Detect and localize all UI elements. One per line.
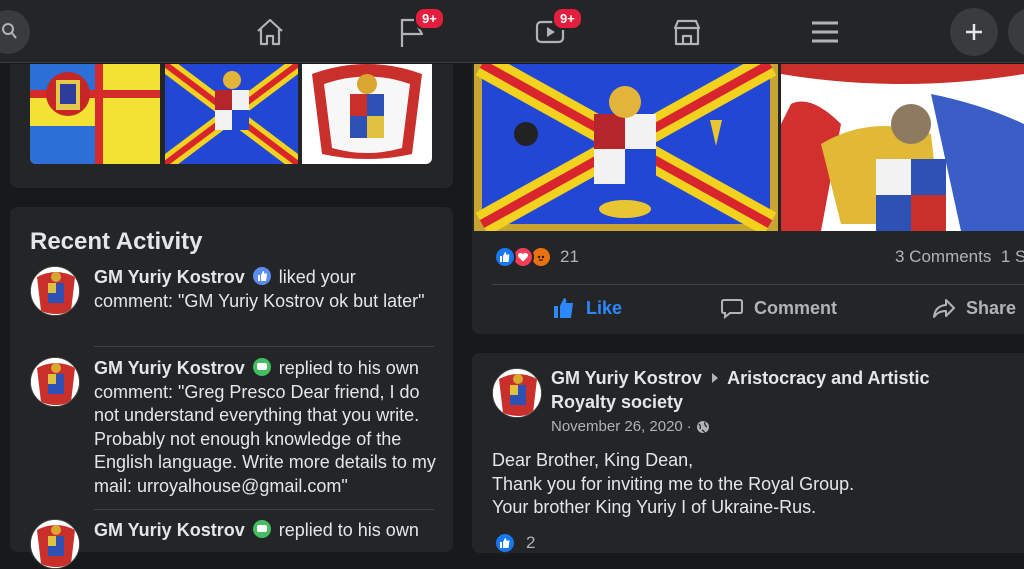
royal-banner-image xyxy=(165,64,298,164)
activity-text: GM Yuriy Kostrov liked your comment: "GM… xyxy=(94,266,439,313)
activity-text: GM Yuriy Kostrov replied to his own xyxy=(94,519,439,543)
coat-of-arms-avatar-image xyxy=(493,369,541,417)
activity-author[interactable]: GM Yuriy Kostrov xyxy=(94,267,245,287)
post-author[interactable]: GM Yuriy Kostrov xyxy=(551,368,702,388)
shares-count-text[interactable]: 1 S xyxy=(1001,247,1024,266)
coat-of-arms-mantle-image xyxy=(302,64,432,164)
avatar[interactable] xyxy=(30,266,80,316)
watch-nav-button[interactable]: 9+ xyxy=(532,7,583,50)
avatar[interactable] xyxy=(30,519,80,569)
divider xyxy=(492,284,1024,285)
photo-thumbnail[interactable] xyxy=(30,64,160,164)
caret-right-icon xyxy=(711,373,718,383)
watch-notification-badge: 9+ xyxy=(552,7,583,30)
search-icon xyxy=(2,23,17,39)
post-body: Dear Brother, King Dean, Thank you for i… xyxy=(492,449,1012,520)
reaction-count: 2 xyxy=(526,533,536,552)
like-icon xyxy=(554,298,573,318)
photo-thumbnail[interactable] xyxy=(302,64,432,164)
like-button[interactable]: Like xyxy=(552,296,622,320)
coat-of-arms-avatar-image xyxy=(31,267,79,315)
like-reaction-icon xyxy=(494,246,516,268)
top-navigation-bar: 9+ 9+ xyxy=(0,0,1024,63)
comment-button[interactable]: Comment xyxy=(720,296,837,320)
comment-icon xyxy=(252,520,271,538)
messenger-button[interactable] xyxy=(1008,8,1024,56)
post-photo[interactable] xyxy=(781,64,1024,231)
reaction-summary[interactable]: 21 xyxy=(494,246,579,268)
activity-text: GM Yuriy Kostrov replied to his own comm… xyxy=(94,357,439,498)
reaction-count: 21 xyxy=(560,247,579,266)
post-body-line: Dear Brother, King Dean, xyxy=(492,450,694,470)
activity-description: replied to his own xyxy=(278,520,419,540)
avatar[interactable] xyxy=(30,357,80,407)
share-label: Share xyxy=(966,297,1017,318)
coat-of-arms-mantle-image xyxy=(781,64,1024,231)
menu-nav-button[interactable] xyxy=(807,14,843,50)
activity-description: replied to his own comment: "Greg Presco… xyxy=(94,358,436,496)
photos-card xyxy=(10,64,453,188)
pages-nav-button[interactable]: 9+ xyxy=(394,7,445,50)
create-icon xyxy=(966,24,982,40)
like-label: Like xyxy=(586,297,623,318)
comments-count-text[interactable]: 3 Comments xyxy=(895,247,991,266)
search-button[interactable] xyxy=(0,10,30,54)
like-reaction-icon xyxy=(494,532,516,554)
divider xyxy=(94,509,434,510)
post-date[interactable]: November 26, 2020 xyxy=(551,418,683,435)
share-button[interactable]: Share xyxy=(932,296,1016,320)
avatar[interactable] xyxy=(492,368,542,418)
marketplace-nav-button[interactable] xyxy=(669,14,705,50)
activity-author[interactable]: GM Yuriy Kostrov xyxy=(94,358,245,378)
reaction-summary[interactable]: 2 xyxy=(494,532,535,554)
activity-author[interactable]: GM Yuriy Kostrov xyxy=(94,520,245,540)
comment-icon xyxy=(252,358,271,376)
home-icon xyxy=(257,18,283,46)
marketplace-icon xyxy=(673,19,701,46)
royal-banner-image xyxy=(474,64,778,231)
divider xyxy=(94,346,434,347)
comment-label: Comment xyxy=(754,297,838,318)
photo-thumbnail[interactable] xyxy=(165,64,298,164)
globe-icon xyxy=(696,420,709,433)
menu-icon xyxy=(812,21,838,43)
post-body-line: Your brother King Yuriy I of Ukraine-Rus… xyxy=(492,497,817,517)
comments-count[interactable]: 3 Comments 1 S xyxy=(895,247,1024,267)
recent-activity-title: Recent Activity xyxy=(30,228,203,255)
post-body-line: Thank you for inviting me to the Royal G… xyxy=(492,473,855,494)
like-icon xyxy=(252,267,271,285)
date-separator: · xyxy=(686,418,692,435)
home-nav-button[interactable] xyxy=(252,14,288,50)
create-button[interactable] xyxy=(950,8,998,56)
post-photo[interactable] xyxy=(474,64,778,231)
comment-icon xyxy=(721,299,743,320)
coat-of-arms-flag-image xyxy=(30,64,160,164)
coat-of-arms-avatar-image xyxy=(31,358,79,406)
pages-notification-badge: 9+ xyxy=(414,7,445,30)
post-header: GM Yuriy Kostrov Aristocracy and Artisti… xyxy=(551,367,991,414)
share-icon xyxy=(933,299,955,318)
post-timestamp[interactable]: November 26, 2020 · xyxy=(551,418,710,435)
